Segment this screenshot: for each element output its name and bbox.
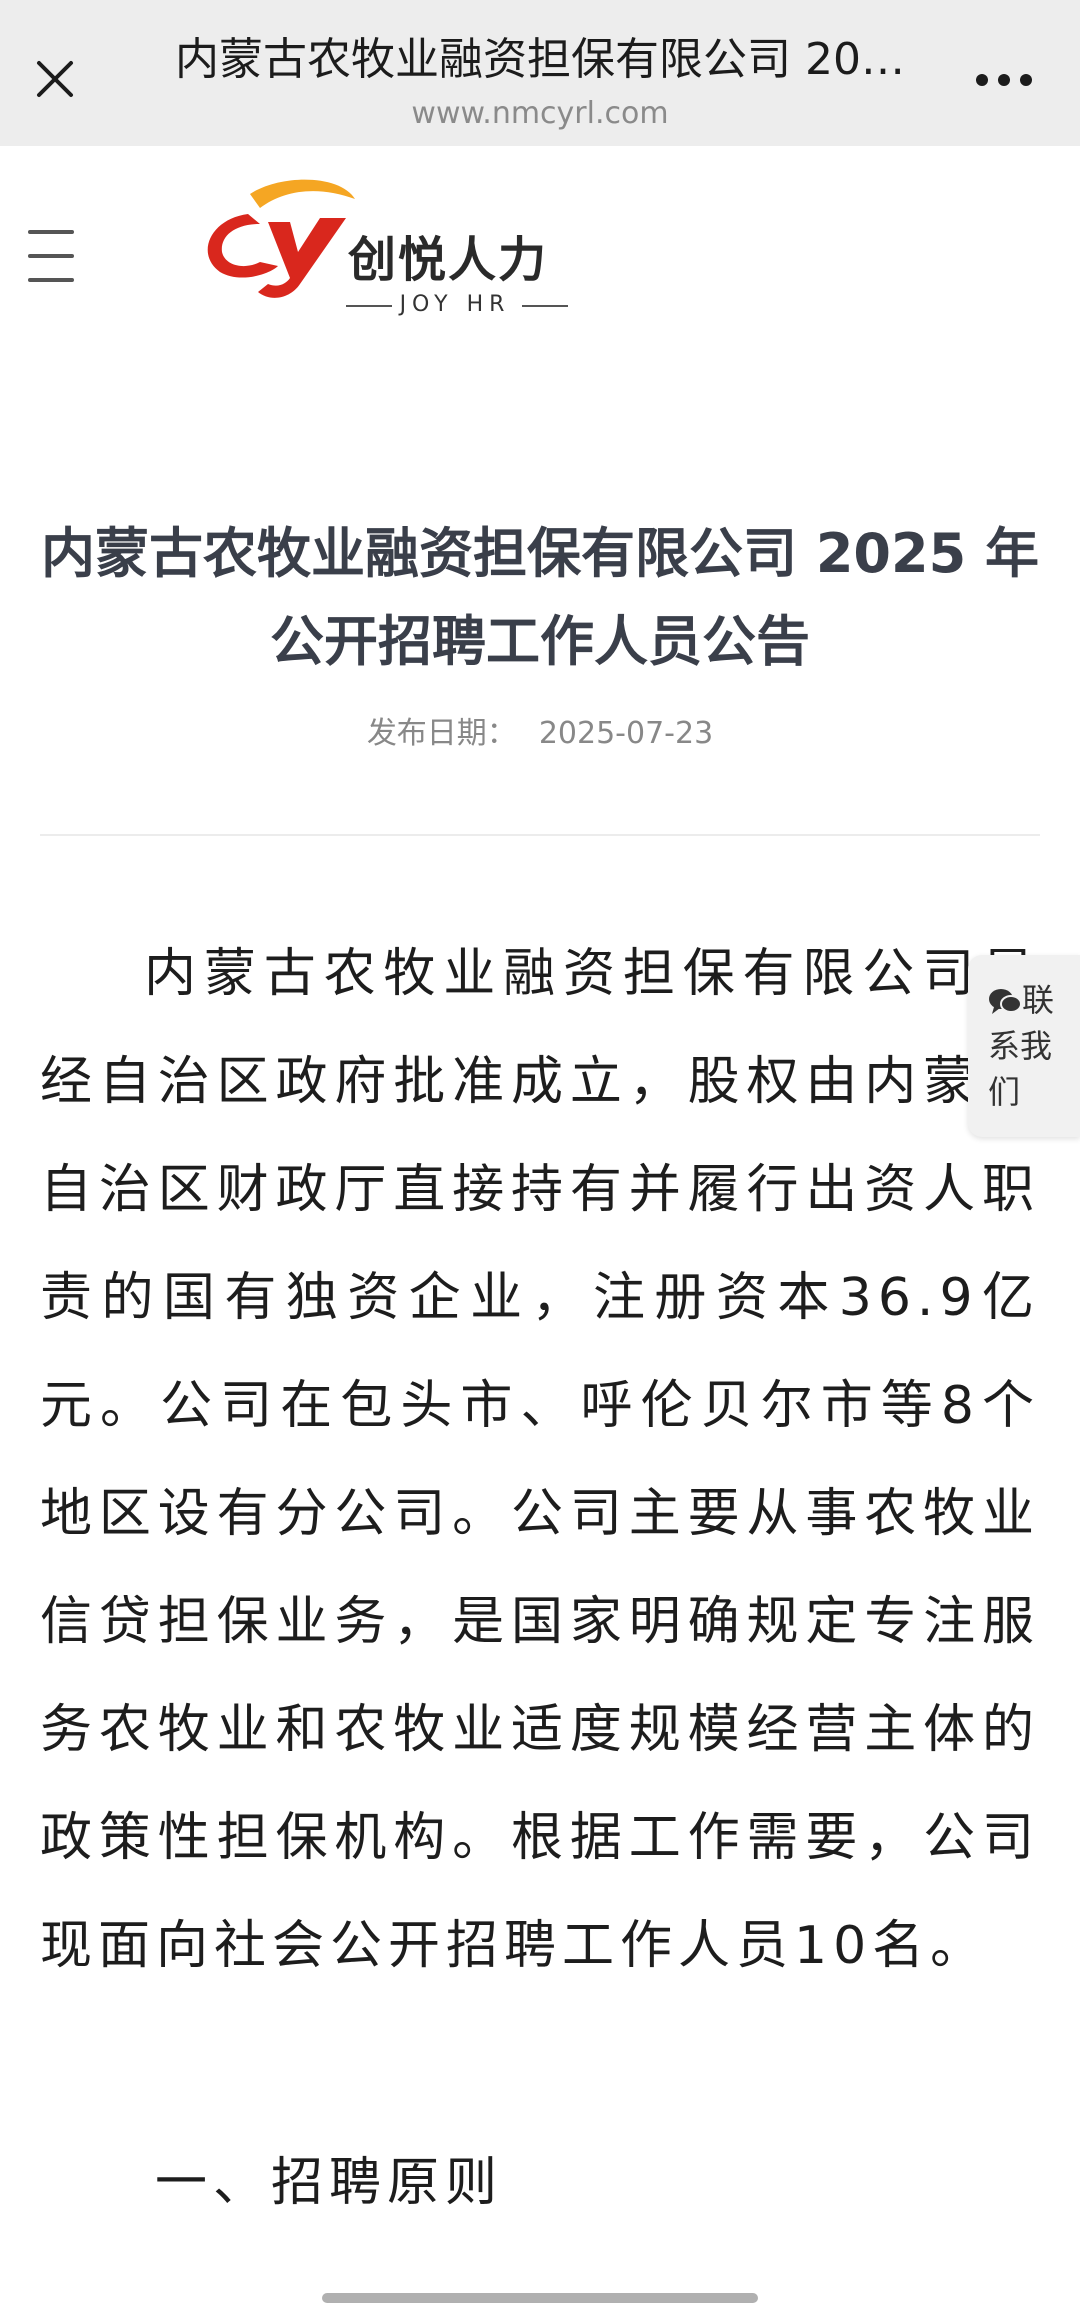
browser-top-bar: 内蒙古农牧业融资担保有限公司 20… www.nmcyrl.com bbox=[0, 0, 1080, 146]
contact-us-button[interactable]: 联系我们 bbox=[968, 955, 1080, 1137]
site-header: 创悦人力 JOY HR bbox=[0, 146, 1080, 366]
hamburger-menu-button[interactable] bbox=[28, 230, 76, 284]
article-title: 内蒙古农牧业融资担保有限公司 2025 年公开招聘工作人员公告 bbox=[41, 522, 1039, 673]
article-body-paragraph: 内蒙古农牧业融资担保有限公司是经自治区政府批准成立，股权由内蒙古自治区财政厅直接… bbox=[40, 944, 1040, 1976]
browser-page-title: 内蒙古农牧业融资担保有限公司 20… bbox=[175, 34, 905, 85]
browser-title-area: 内蒙古农牧业融资担保有限公司 20… www.nmcyrl.com bbox=[130, 28, 950, 134]
publish-date-label: 发布日期： bbox=[366, 716, 517, 751]
logo-emblem-icon bbox=[207, 179, 355, 298]
home-indicator[interactable] bbox=[322, 2293, 758, 2303]
browser-url: www.nmcyrl.com bbox=[411, 96, 669, 131]
section-heading: 一、招聘原则 bbox=[155, 2153, 504, 2213]
divider bbox=[40, 834, 1040, 836]
more-dots-icon bbox=[976, 74, 1032, 86]
chat-icon bbox=[989, 989, 1022, 1014]
close-icon bbox=[37, 61, 73, 97]
logo-english-text: JOY HR bbox=[346, 292, 568, 317]
publish-date: 发布日期： 2025-07-23 bbox=[0, 708, 1080, 752]
logo-chinese-text: 创悦人力 bbox=[348, 232, 549, 288]
site-logo[interactable]: 创悦人力 JOY HR bbox=[190, 174, 570, 317]
publish-date-value: 2025-07-23 bbox=[538, 716, 714, 751]
menu-line-icon bbox=[28, 230, 74, 234]
menu-line-icon bbox=[28, 278, 74, 282]
menu-line-icon bbox=[28, 254, 74, 258]
close-button[interactable] bbox=[20, 44, 90, 114]
more-options-button[interactable] bbox=[968, 60, 1040, 100]
